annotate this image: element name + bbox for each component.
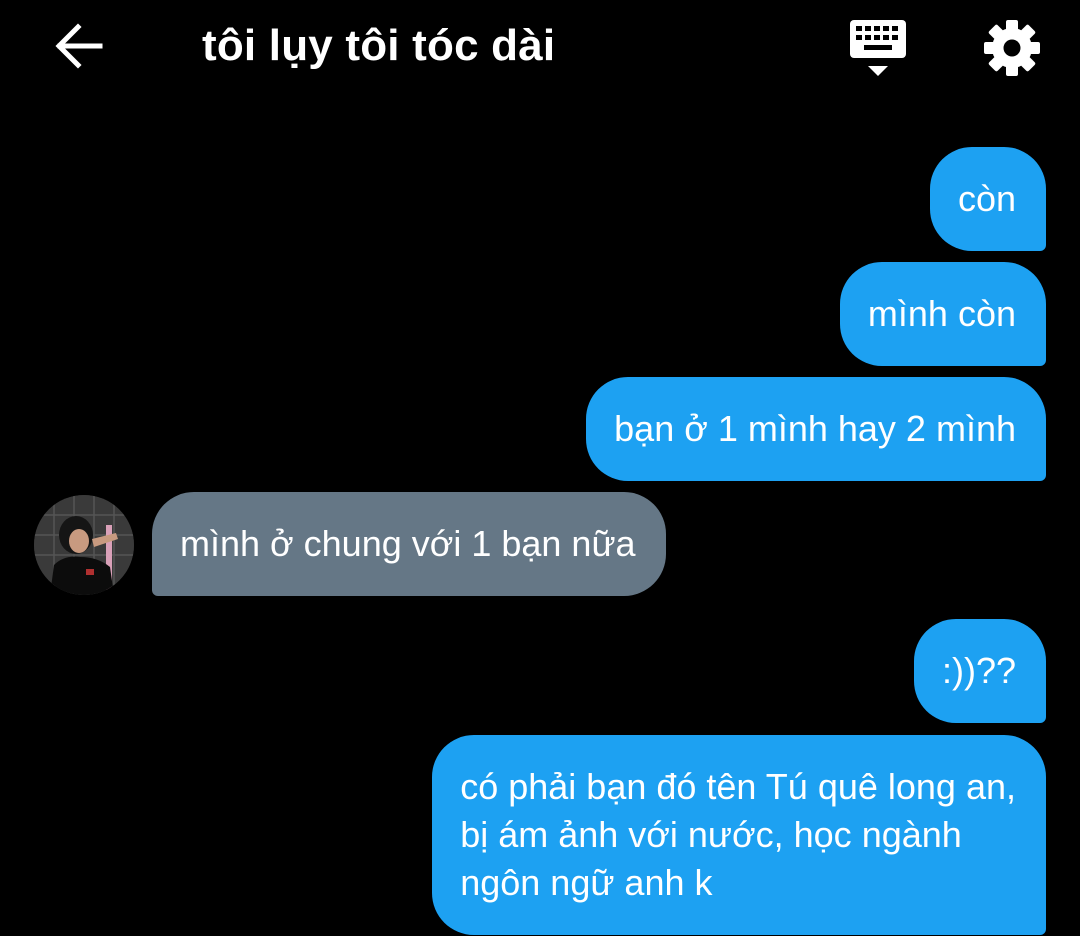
conversation-header: tôi lụy tôi tóc dài	[0, 0, 1080, 96]
keyboard-icon	[850, 20, 906, 76]
gear-icon	[984, 20, 1040, 76]
settings-button[interactable]	[980, 16, 1044, 80]
arrow-left-icon	[55, 23, 103, 69]
message-bubble-outgoing[interactable]: :))??	[913, 619, 1046, 723]
message-bubble-outgoing[interactable]: còn	[929, 147, 1046, 251]
back-button[interactable]	[48, 18, 108, 74]
message-bubble-outgoing[interactable]: có phải bạn đó tên Tú quê long an, bị ám…	[432, 735, 1046, 935]
avatar-photo	[34, 495, 134, 595]
message-bubble-incoming[interactable]: mình ở chung với 1 bạn nữa	[152, 492, 666, 596]
message-bubble-outgoing[interactable]: mình còn	[839, 262, 1046, 366]
avatar[interactable]	[34, 495, 134, 595]
keyboard-toggle-button[interactable]	[844, 16, 912, 80]
conversation-title: tôi lụy tôi tóc dài	[202, 21, 556, 70]
message-bubble-outgoing[interactable]: bạn ở 1 mình hay 2 mình	[586, 377, 1046, 481]
